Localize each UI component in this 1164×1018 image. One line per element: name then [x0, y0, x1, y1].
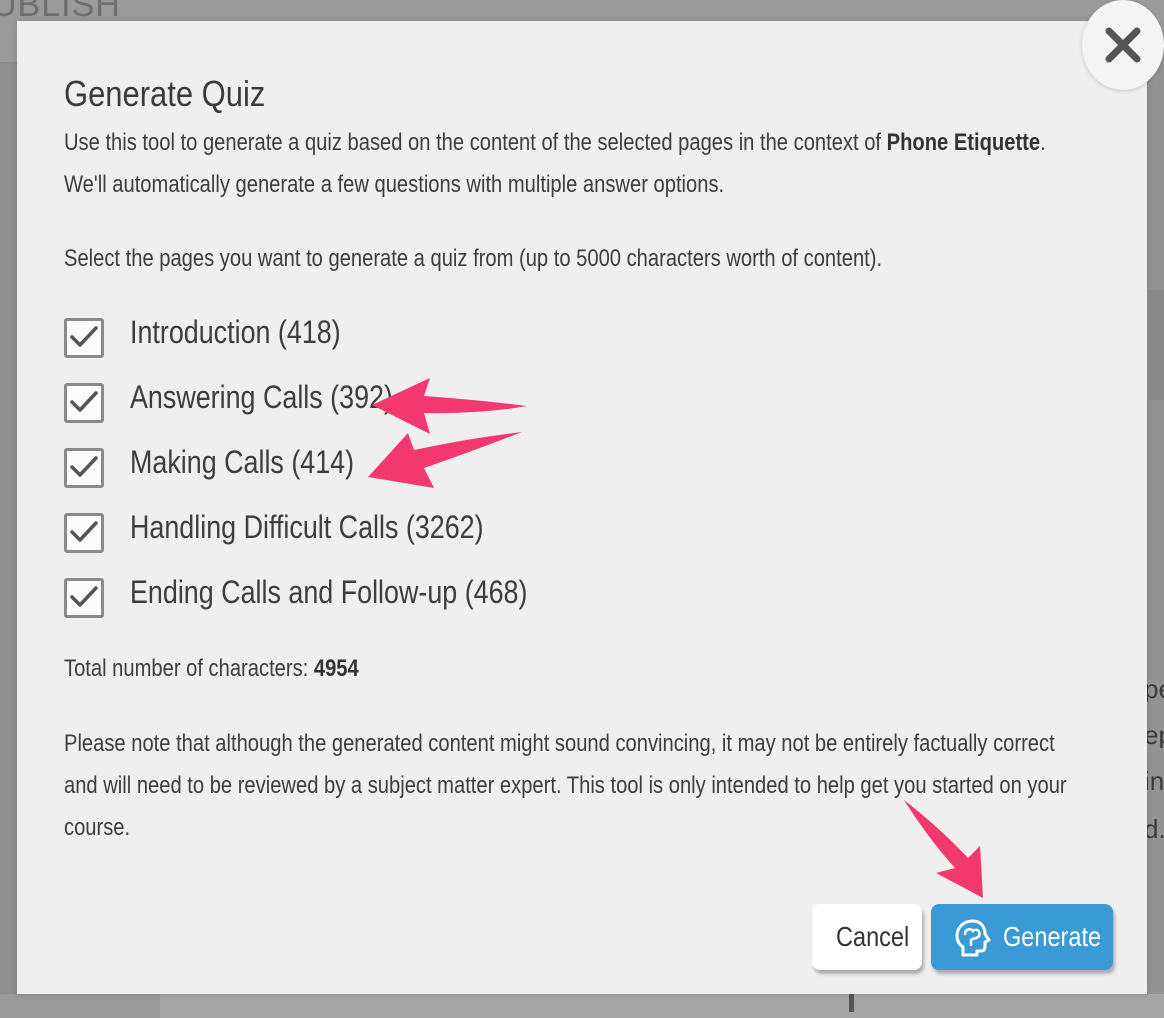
disclaimer-line: course.	[64, 814, 131, 841]
background-right-strip	[1148, 290, 1164, 400]
background-divider	[849, 994, 854, 1012]
page-label: Answering Calls (392)	[130, 379, 393, 415]
background-right-panel	[1147, 62, 1164, 1018]
generate-button[interactable]: Generate	[931, 904, 1113, 970]
cancel-button[interactable]: Cancel	[812, 904, 922, 970]
checkmark-icon	[70, 326, 98, 347]
background-text-fragment: in	[1144, 768, 1164, 794]
select-instruction: Select the pages you want to generate a …	[64, 245, 883, 272]
background-bottom-area	[160, 994, 1164, 1018]
intro-text-suffix: .	[1040, 129, 1046, 156]
disclaimer-line: Please note that although the generated …	[64, 730, 1055, 757]
page-label: Handling Difficult Calls (3262)	[130, 509, 484, 545]
checkbox[interactable]	[64, 448, 104, 488]
total-value: 4954	[313, 655, 359, 682]
checkmark-icon	[70, 391, 98, 412]
intro-text: Use this tool to generate a quiz based o…	[64, 122, 1046, 164]
dialog-title: Generate Quiz	[64, 73, 266, 114]
cancel-button-label: Cancel	[836, 921, 910, 952]
ai-brain-head-icon	[955, 919, 991, 957]
background-text-fragment: d.	[1144, 816, 1164, 842]
checkbox[interactable]	[64, 513, 104, 553]
disclaimer-line: and will need to be reviewed by a subjec…	[64, 772, 1067, 799]
checkmark-icon	[70, 586, 98, 607]
checkbox[interactable]	[64, 318, 104, 358]
intro-text-line2: We'll automatically generate a few quest…	[64, 171, 725, 198]
checkmark-icon	[70, 456, 98, 477]
generate-button-label: Generate	[1003, 921, 1102, 952]
background-text-fragment: pe	[1144, 676, 1164, 702]
intro-text-prefix: Use this tool to generate a quiz based o…	[64, 129, 887, 156]
checkbox[interactable]	[64, 578, 104, 618]
close-icon	[1105, 27, 1141, 63]
course-name: Phone Etiquette	[886, 129, 1041, 156]
background-text-fragment: ep	[1144, 722, 1164, 748]
total-characters: Total number of characters: 4954	[64, 648, 359, 690]
generate-quiz-dialog: Generate Quiz Use this tool to generate …	[17, 21, 1147, 994]
checkmark-icon	[70, 521, 98, 542]
checkbox[interactable]	[64, 383, 104, 423]
page-label: Making Calls (414)	[130, 444, 355, 480]
close-button[interactable]	[1082, 0, 1164, 90]
page-label: Introduction (418)	[130, 314, 341, 350]
page-label: Ending Calls and Follow-up (468)	[130, 574, 528, 610]
total-label: Total number of characters:	[64, 655, 314, 682]
